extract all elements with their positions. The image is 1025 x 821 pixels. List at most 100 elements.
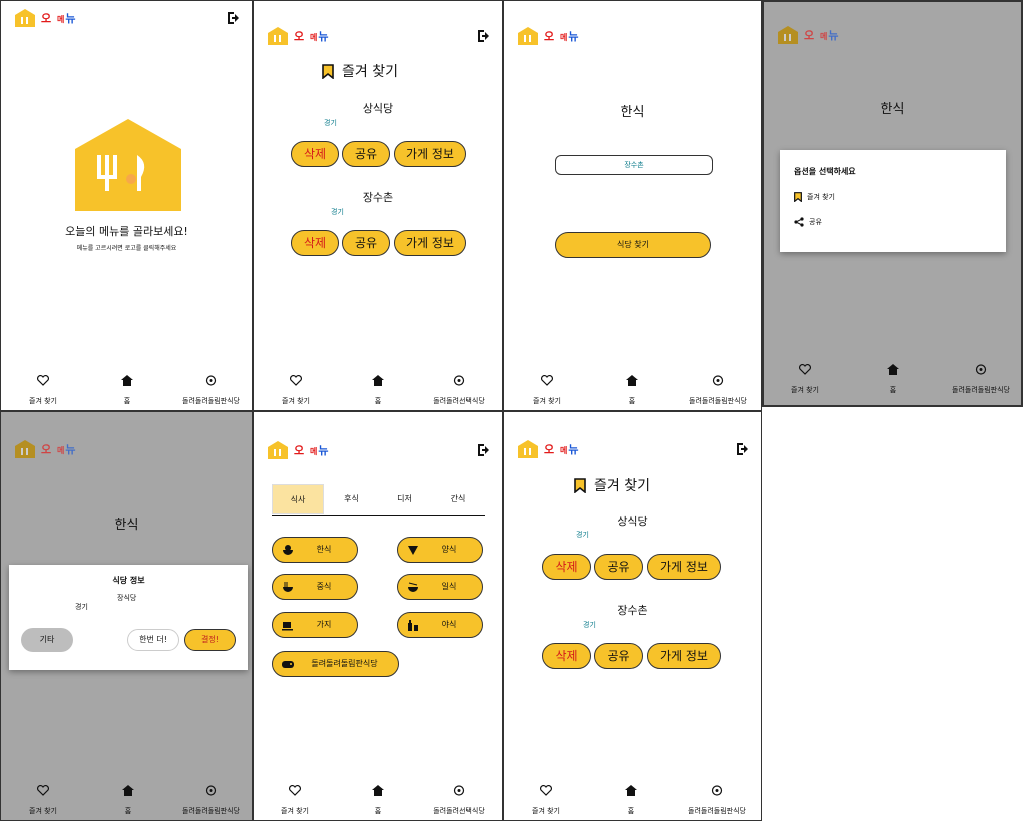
refresh-icon (975, 364, 987, 375)
nav-home[interactable]: 홈 (83, 785, 173, 816)
bottom-nav: 즐겨 찾기 홈 돌려돌려선택식당 (254, 370, 502, 410)
find-restaurant-button[interactable]: 식당 찾기 (555, 232, 711, 258)
category-title: 한식 (880, 102, 905, 117)
nav-favorites[interactable]: 즐겨 찾기 (1, 785, 88, 816)
option-favorite[interactable]: 즐겨 찾기 (794, 192, 835, 202)
refresh-icon (712, 375, 724, 386)
category-title: 한식 (620, 105, 645, 120)
store-info-button[interactable]: 가게 정보 (647, 643, 721, 669)
nav-home[interactable]: 홈 (848, 364, 938, 395)
nav-random[interactable]: 돌려돌려돌림판식당 (672, 785, 761, 816)
nav-random[interactable]: 돌려돌려돌림판식당 (673, 375, 761, 406)
store-info-button[interactable]: 가게 정보 (647, 554, 721, 580)
home-icon (887, 364, 899, 375)
nav-favorites[interactable]: 즐겨 찾기 (764, 364, 850, 395)
bottom-nav: 즐겨 찾기 홈 돌려돌려돌림판식당 (1, 780, 252, 820)
home-icon (372, 375, 384, 386)
restaurant-region: 경기 (576, 531, 589, 539)
app-logo[interactable]: 오 메뉴 (518, 440, 579, 458)
category-korean[interactable]: 한식 (272, 537, 358, 563)
screen-result: 오 메뉴 한식 장수촌 식당 찾기 즐겨 찾기 홈 돌려돌려돌림판식당 (503, 0, 762, 411)
share-button[interactable]: 공유 (594, 643, 643, 669)
nav-random[interactable]: 돌려돌려선택식당 (414, 785, 502, 816)
share-button[interactable]: 공유 (594, 554, 643, 580)
store-info-button[interactable]: 가게 정보 (394, 230, 466, 256)
delete-button[interactable]: 삭제 (542, 554, 591, 580)
tab-dessert[interactable]: 후식 (325, 484, 378, 514)
bookmark-icon (574, 477, 586, 493)
restaurant-info-dialog: 식당 정보 장식당 경기 기타 한번 더! 결정! (9, 565, 248, 670)
category-cafe[interactable]: 가지 (272, 612, 358, 638)
logo-text: 오 메뉴 (41, 443, 77, 456)
category-japanese[interactable]: 일식 (397, 574, 483, 600)
nav-home[interactable]: 홈 (586, 785, 676, 816)
screen-categories: 오 메뉴 식사 후식 디저 간식 한식 양식 중식 일식 가지 야식 돌려돌려돌… (253, 411, 503, 821)
dialog-title: 식당 정보 (112, 576, 145, 585)
logo-house-icon (15, 440, 35, 458)
nav-home[interactable]: 홈 (82, 375, 172, 406)
refresh-icon (711, 785, 723, 796)
tab-meal[interactable]: 식사 (272, 484, 324, 514)
heart-icon (37, 375, 49, 386)
logo-house-icon (778, 26, 798, 44)
category-western[interactable]: 양식 (397, 537, 483, 563)
roulette-button[interactable]: 돌려돌려돌림판식당 (272, 651, 399, 677)
nav-random[interactable]: 돌려돌려돌림판식당 (166, 375, 252, 406)
bottom-nav: 즐겨 찾기 홈 돌려돌려돌림판식당 (504, 780, 761, 820)
bottom-nav: 즐겨 찾기 홈 돌려돌려선택식당 (254, 780, 502, 820)
nav-random[interactable]: 돌려돌려돌림판식당 (936, 364, 1021, 395)
nav-random[interactable]: 돌려돌려돌림판식당 (166, 785, 252, 816)
logout-icon[interactable] (226, 10, 242, 26)
delete-button[interactable]: 삭제 (291, 141, 339, 167)
nav-favorites[interactable]: 즐겨 찾기 (254, 375, 341, 406)
delete-button[interactable]: 삭제 (291, 230, 339, 256)
tab-sweets[interactable]: 디저 (378, 484, 431, 514)
app-logo[interactable]: 오 메뉴 (15, 9, 76, 27)
tab-snack[interactable]: 간식 (431, 484, 485, 514)
delete-button[interactable]: 삭제 (542, 643, 591, 669)
home-icon (121, 375, 133, 386)
restaurant-name: 장수촌 (362, 191, 394, 204)
share-button[interactable]: 공유 (342, 141, 390, 167)
logout-icon[interactable] (476, 442, 492, 458)
logo-house-icon (15, 9, 35, 27)
decide-button[interactable]: 결정! (184, 629, 236, 651)
nav-random[interactable]: 돌려돌려선택식당 (414, 375, 502, 406)
heart-icon (289, 785, 301, 796)
tab-bar: 식사 후식 디저 간식 (272, 484, 485, 516)
category-night-snack[interactable]: 야식 (397, 612, 483, 638)
again-button[interactable]: 한번 더! (127, 629, 179, 651)
nav-favorites[interactable]: 즐겨 찾기 (504, 375, 592, 406)
app-logo[interactable]: 오 메뉴 (518, 27, 579, 45)
app-logo[interactable]: 오 메뉴 (15, 440, 76, 458)
noodle-bowl-icon (283, 582, 293, 592)
other-button[interactable]: 기타 (21, 628, 73, 652)
heart-icon (540, 785, 552, 796)
option-share[interactable]: 공유 (794, 217, 822, 227)
logout-icon[interactable] (476, 28, 492, 44)
screen-favorites-2: 오 메뉴 즐겨 찾기 상식당 경기 삭제 공유 가게 정보 장수촌 경기 삭제 … (503, 411, 762, 821)
nav-home[interactable]: 홈 (333, 785, 423, 816)
logo-house-icon (518, 440, 538, 458)
category-chinese[interactable]: 중식 (272, 574, 358, 600)
app-logo[interactable]: 오 메뉴 (268, 27, 329, 45)
bookmark-icon (322, 63, 334, 79)
app-logo[interactable]: 오 메뉴 (268, 441, 329, 459)
gamepad-icon (282, 661, 294, 668)
nav-favorites[interactable]: 즐겨 찾기 (1, 375, 88, 406)
home-icon (122, 785, 134, 796)
nav-favorites[interactable]: 즐겨 찾기 (254, 785, 340, 816)
restaurant-region: 경기 (324, 119, 337, 127)
options-dialog: 옵션을 선택하세요 즐겨 찾기 공유 (780, 150, 1006, 252)
logout-icon[interactable] (735, 441, 751, 457)
nav-home[interactable]: 홈 (587, 375, 677, 406)
nav-home[interactable]: 홈 (333, 375, 423, 406)
app-logo[interactable]: 오 메뉴 (778, 26, 839, 44)
logo-text: 오 메뉴 (544, 443, 580, 456)
store-info-button[interactable]: 가게 정보 (394, 141, 466, 167)
share-button[interactable]: 공유 (342, 230, 390, 256)
logo-text: 오 메뉴 (544, 30, 580, 43)
logo-text: 오 메뉴 (41, 12, 77, 25)
nav-favorites[interactable]: 즐겨 찾기 (504, 785, 591, 816)
big-logo-button[interactable] (75, 119, 181, 211)
